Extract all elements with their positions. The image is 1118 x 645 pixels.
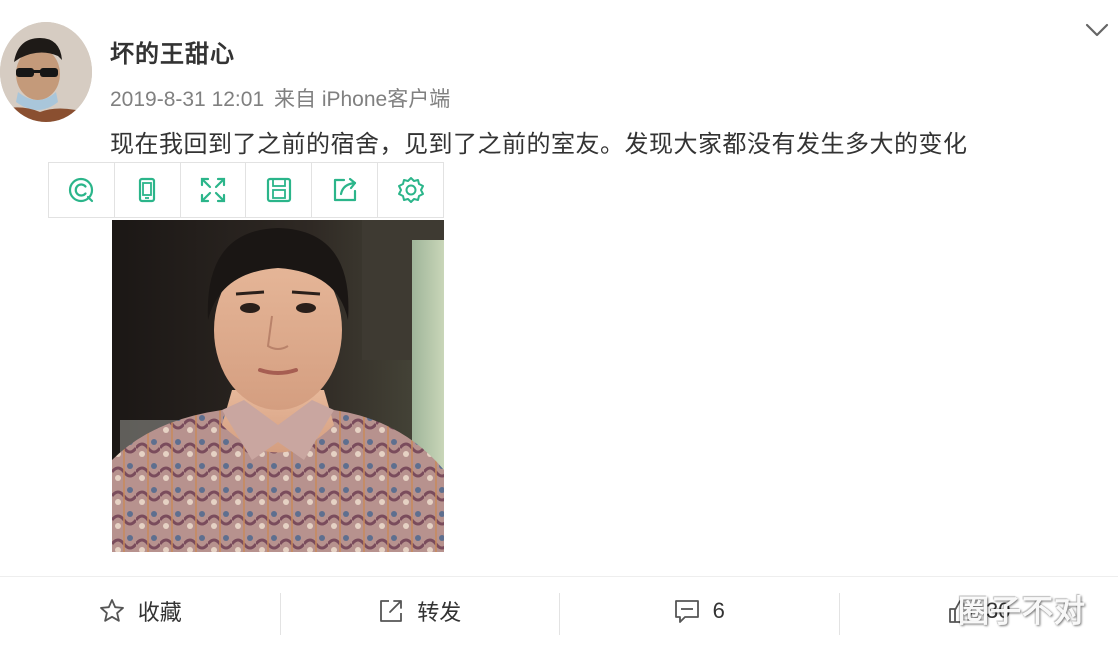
repost-label: 转发 xyxy=(417,595,461,627)
comment-icon xyxy=(673,597,701,625)
watermark: 圈子不对 xyxy=(958,586,1086,631)
share-icon xyxy=(330,175,360,205)
action-bar: 收藏 转发 6 30 xyxy=(0,576,1118,645)
favorite-label: 收藏 xyxy=(138,595,182,627)
rotate-icon xyxy=(132,175,162,205)
post-text: 现在我回到了之前的宿舍，见到了之前的室友。发现大家都没有发生多大的变化 xyxy=(110,124,968,159)
post-meta: 2019-8-31 12:01 来自 iPhone客户端 xyxy=(110,83,450,113)
rotate-button[interactable] xyxy=(115,163,181,217)
zoom-button[interactable] xyxy=(49,163,115,217)
author-name[interactable]: 坏的王甜心 xyxy=(110,34,235,69)
image-toolbar xyxy=(48,162,444,218)
comment-count: 6 xyxy=(713,598,725,624)
share-button[interactable] xyxy=(312,163,378,217)
avatar-image xyxy=(0,22,92,122)
fullscreen-button[interactable] xyxy=(181,163,247,217)
favorite-button[interactable]: 收藏 xyxy=(0,577,280,645)
settings-icon xyxy=(396,175,426,205)
chevron-down-icon[interactable] xyxy=(1084,20,1110,40)
repost-button[interactable]: 转发 xyxy=(280,577,560,645)
weibo-post: 坏的王甜心 2019-8-31 12:01 来自 iPhone客户端 现在我回到… xyxy=(0,0,1118,644)
save-icon xyxy=(264,175,294,205)
post-timestamp[interactable]: 2019-8-31 12:01 xyxy=(110,88,264,111)
save-image-button[interactable] xyxy=(246,163,312,217)
settings-button[interactable] xyxy=(378,163,443,217)
repost-icon xyxy=(377,597,405,625)
post-photo[interactable] xyxy=(112,220,444,552)
comment-button[interactable]: 6 xyxy=(559,577,839,645)
photo-image xyxy=(112,220,444,552)
star-icon xyxy=(98,597,126,625)
zoom-icon xyxy=(66,175,96,205)
post-source: 来自 iPhone客户端 xyxy=(274,88,450,111)
avatar[interactable] xyxy=(0,22,92,122)
fullscreen-icon xyxy=(198,175,228,205)
